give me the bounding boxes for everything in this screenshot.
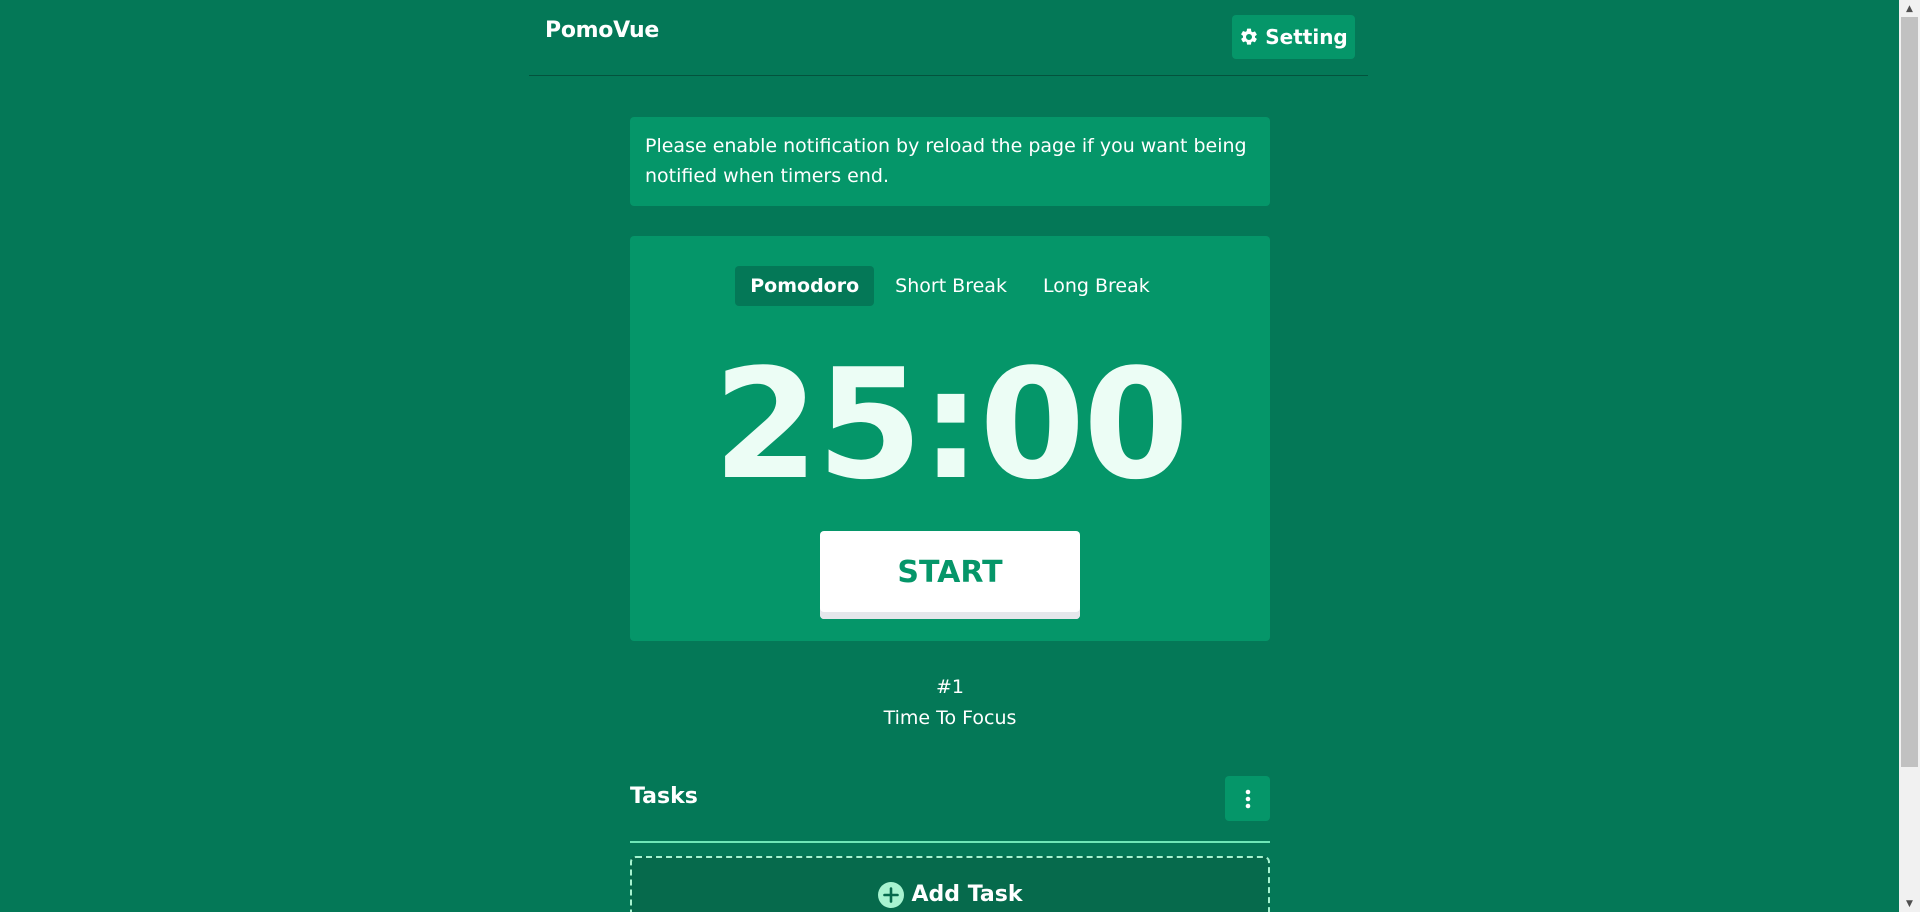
notice-text: Please enable notification by reload the… [645, 135, 1247, 187]
session-info: #1 Time To Focus [630, 672, 1270, 734]
app-header: PomoVue Setting [529, 0, 1368, 76]
tab-long-break[interactable]: Long Break [1028, 266, 1165, 306]
mode-tabs: Pomodoro Short Break Long Break [630, 266, 1270, 306]
timer-card: Pomodoro Short Break Long Break 25:00 ST… [630, 236, 1270, 641]
session-count: #1 [935, 676, 964, 698]
gear-icon [1241, 28, 1258, 45]
tasks-title: Tasks [630, 784, 698, 809]
plus-circle-icon [877, 882, 904, 908]
scroll-thumb[interactable] [1901, 17, 1918, 767]
add-task-label: Add Task [911, 882, 1023, 907]
page-scrollbar[interactable]: ▲ ▼ [1899, 0, 1920, 912]
start-button[interactable]: START [820, 531, 1080, 619]
tasks-menu-button[interactable] [1225, 776, 1270, 821]
tasks-divider [630, 841, 1270, 843]
tab-pomodoro[interactable]: Pomodoro [735, 266, 875, 306]
scroll-down-arrow-icon[interactable]: ▼ [1899, 895, 1920, 912]
tab-short-break[interactable]: Short Break [880, 266, 1022, 306]
kebab-menu-icon [1245, 789, 1250, 808]
app-logo[interactable]: PomoVue [545, 18, 659, 43]
setting-button[interactable]: Setting [1232, 15, 1355, 59]
setting-label: Setting [1265, 25, 1348, 49]
timer-display: 25:00 [713, 336, 1189, 513]
add-task-button[interactable]: Add Task [630, 856, 1270, 912]
scroll-up-arrow-icon[interactable]: ▲ [1899, 0, 1920, 17]
notification-notice: Please enable notification by reload the… [630, 117, 1270, 206]
session-message: Time To Focus [883, 707, 1017, 729]
